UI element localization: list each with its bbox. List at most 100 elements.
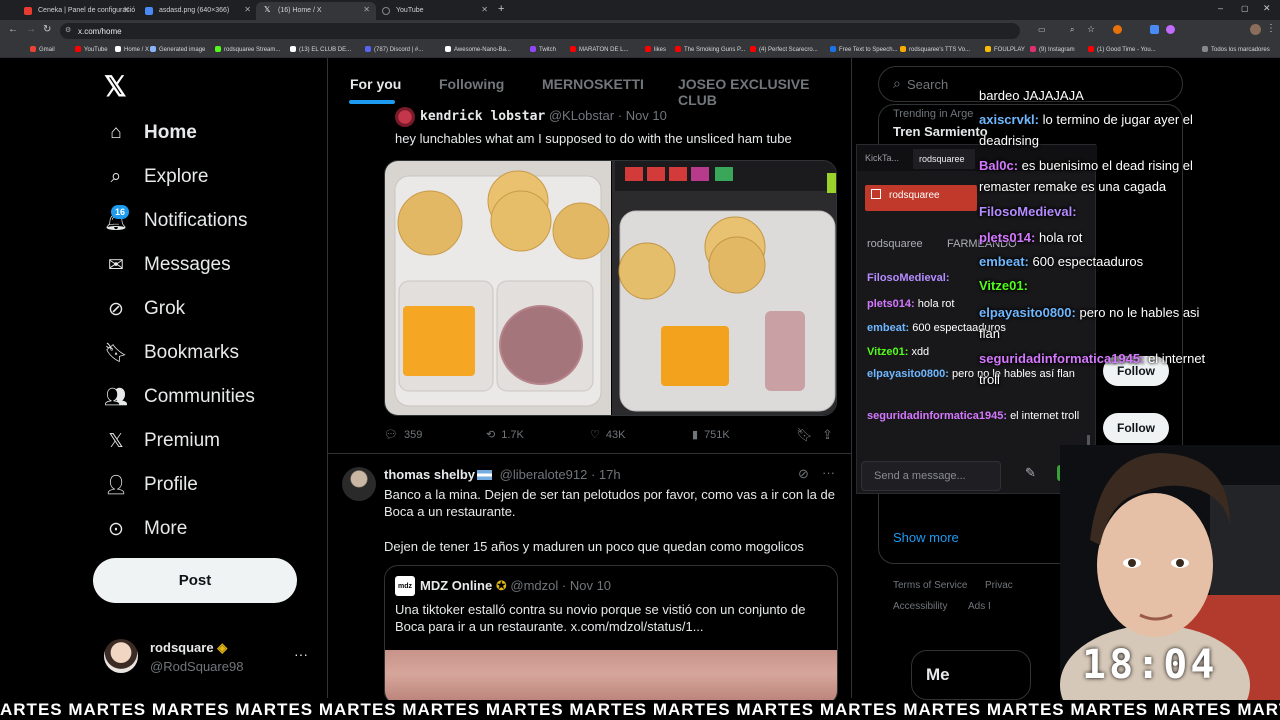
accessibility-link[interactable]: Accessibility [893,601,947,612]
tweet[interactable]: thomas shelby @liberalote912 · 17h ⊘ ···… [328,455,851,705]
star-icon[interactable]: ☆ [1087,24,1095,35]
close-window-icon[interactable]: ✕ [1263,3,1271,14]
grok-icon[interactable]: ⊘ [798,466,809,482]
tweet-media[interactable] [384,160,837,416]
chat-username[interactable]: embeat: [867,322,909,334]
tab-for-you[interactable]: For you [350,76,401,92]
author-name[interactable]: kendrick lobstar [420,109,545,124]
browser-tab[interactable]: asdasd.png (640×366) ✕ [137,2,257,20]
bookmark-item[interactable]: Free Text to Speech... [830,46,898,53]
emote-icon[interactable]: ✎ [1025,465,1036,481]
zoom-icon[interactable]: ⌕ [1070,25,1074,35]
bookmark-item[interactable]: Twitch [530,46,556,53]
chat-username[interactable]: Vitze01: [867,346,908,358]
menu-kebab-icon[interactable]: ⋮ [1266,23,1276,34]
tweet-time[interactable]: 17h [599,467,621,482]
close-tab-icon[interactable]: ✕ [244,5,251,14]
views-button[interactable]: ▮ 751K [692,428,730,442]
messages-drawer[interactable]: Me [911,650,1031,700]
reply-button[interactable]: 💬︎ 359 [384,428,422,442]
bookmark-item[interactable]: likes [645,46,666,53]
sidebar-item-grok[interactable]: ⊘ Grok [104,294,185,324]
author-handle[interactable]: @liberalote912 [500,467,588,482]
browser-tab[interactable]: YouTube ✕ [374,2,494,20]
new-tab-icon[interactable]: + [498,3,504,15]
url-field[interactable]: ⚙ x.com/home [60,23,1020,39]
sidebar-item-messages[interactable]: ✉ Messages [104,250,231,280]
chat-username[interactable]: seguridadinformatica1945: [867,410,1007,422]
bookmark-icon[interactable]: 🔖︎ [796,427,813,443]
bookmark-item[interactable]: The Smoking Guns P... [675,46,745,53]
browser-tab-active[interactable]: 𝕏 (16) Home / X ✕ [256,2,376,20]
terms-link[interactable]: Terms of Service [893,580,967,591]
bookmark-item[interactable]: MARATON DE L... [570,46,628,53]
extension-icon[interactable] [1113,25,1122,34]
bookmark-item[interactable]: rodsquaree's TTS Vo... [900,46,970,53]
back-icon[interactable]: ← [8,24,18,35]
repost-button[interactable]: ⟲ 1.7K [486,428,524,442]
bookmark-item[interactable]: (13) EL CLUB DE... [290,46,351,53]
quoted-tweet[interactable]: mdz MDZ Online ✪ @mdzol · Nov 10 Una tik… [384,565,838,705]
channel-name[interactable]: rodsquaree [889,190,940,201]
author-handle[interactable]: @KLobstar [549,108,614,123]
minimize-icon[interactable]: – [1218,3,1223,13]
popout-tab[interactable]: KickTa... [865,153,899,163]
close-tab-icon[interactable]: ✕ [481,5,488,14]
post-button[interactable]: Post [93,558,297,603]
sidebar-item-explore[interactable]: ⌕ Explore [104,162,209,192]
bookmark-item[interactable]: (4) Perfect Scarecro... [750,46,818,53]
sidebar-item-more[interactable]: ⊙ More [104,514,187,544]
like-button[interactable]: ♡ 43K [590,428,625,442]
trend-topic[interactable]: Tren Sarmiento [893,124,988,139]
bookmark-item[interactable]: FOULPLAY [985,46,1025,53]
close-tab-icon[interactable]: ✕ [363,5,370,14]
share-icon[interactable]: ⇪ [822,427,833,443]
author-avatar[interactable] [342,467,376,501]
bookmark-item[interactable]: (9) Instagram [1030,46,1075,53]
chat-username[interactable]: elpayasito0800: [867,368,949,380]
privacy-link[interactable]: Privac [985,580,1013,591]
tweet-time[interactable]: Nov 10 [626,108,667,123]
sidebar-item-profile[interactable]: 👤︎ Profile [104,470,198,500]
sidebar-item-home[interactable]: ⌂ Home [104,118,197,148]
sidebar-item-premium[interactable]: 𝕏 Premium [104,426,220,456]
bookmark-item[interactable]: Awesome-Nano-Ba... [445,46,511,53]
cast-icon[interactable]: ▭ [1038,25,1046,34]
bookmark-item[interactable]: YouTube [75,46,108,53]
chat-message-input[interactable]: Send a message... [861,461,1001,491]
profile-avatar[interactable] [1250,24,1261,35]
x-logo-icon[interactable]: 𝕏 [104,70,127,103]
browser-tab[interactable]: Ceneka | Panel de configuració ✕ [16,2,136,20]
close-tab-icon[interactable]: ✕ [123,5,130,14]
account-avatar[interactable] [104,639,138,673]
quote-media[interactable] [385,650,837,704]
ads-info-link[interactable]: Ads I [968,601,991,612]
bookmark-item[interactable]: rodsquaree Stream... [215,46,280,53]
author-avatar[interactable] [395,107,415,127]
bookmark-item[interactable]: (787) Discord | #... [365,46,423,53]
all-bookmarks-folder[interactable]: Todos los marcadores [1202,46,1270,53]
bookmark-item[interactable]: (1) Good Time - You... [1088,46,1156,53]
sidebar-item-bookmarks[interactable]: 🔖︎ Bookmarks [104,338,239,368]
maximize-icon[interactable]: ▢ [1241,4,1249,13]
chat-username[interactable]: FilosoMedieval: [867,272,950,284]
extension-icon[interactable] [1166,25,1175,34]
tab-following[interactable]: Following [439,76,504,92]
account-menu-icon[interactable]: ··· [294,646,308,662]
more-options-icon[interactable]: ··· [822,465,835,480]
bookmark-item[interactable]: Home / X [115,46,149,53]
show-more-link[interactable]: Show more [893,530,959,545]
bookmark-item[interactable]: Generated image [150,46,205,53]
follow-button[interactable]: Follow [1103,413,1169,443]
reload-icon[interactable]: ↻ [43,24,51,35]
chat-username[interactable]: plets014: [867,298,915,310]
sidebar-item-communities[interactable]: 👥︎ Communities [104,382,255,412]
site-info-icon[interactable]: ⚙ [65,26,71,34]
extension-icon[interactable] [1150,25,1159,34]
bookmark-item[interactable]: Gmail [30,46,55,53]
popout-tab-active[interactable]: rodsquaree [913,149,975,169]
author-name[interactable]: thomas shelby [384,467,475,482]
tweet[interactable]: kendrick lobstar @KLobstar · Nov 10 hey … [328,104,851,454]
forward-icon[interactable]: → [26,24,36,35]
tab-mernosketti[interactable]: MERNOSKETTI [542,76,644,92]
